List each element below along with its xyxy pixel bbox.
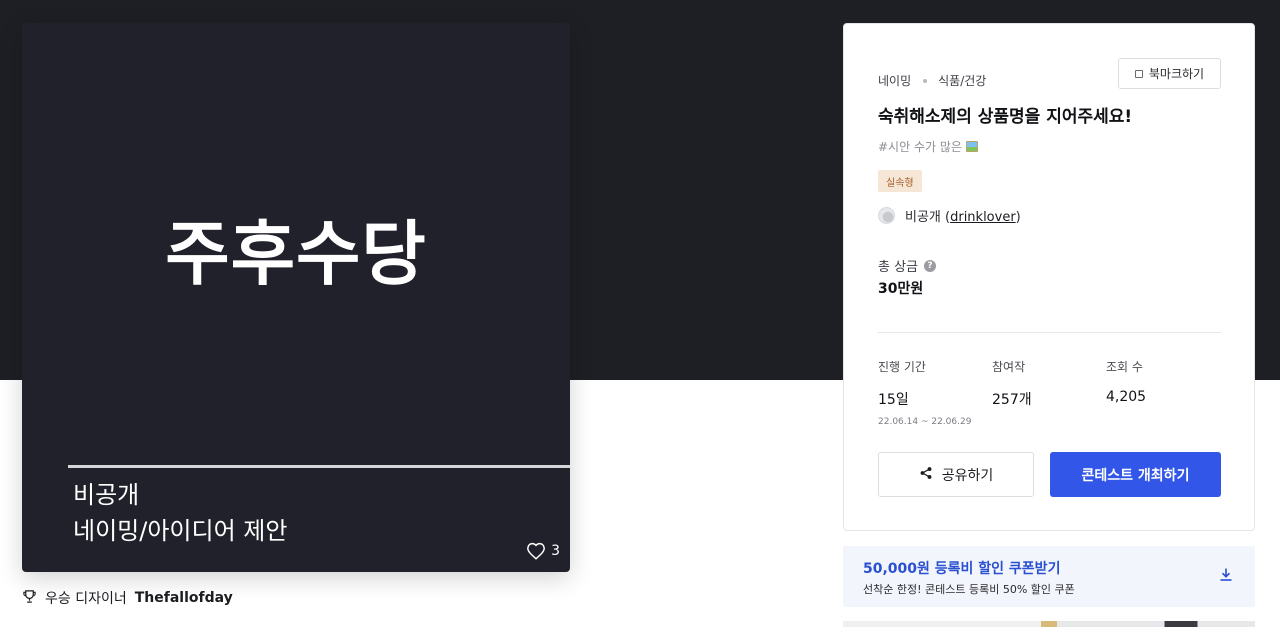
prize-label-text: 총 상금 bbox=[878, 256, 918, 275]
winner-name-link[interactable]: Thefallofday bbox=[135, 590, 233, 606]
next-section-preview bbox=[843, 621, 1255, 627]
like-count: 3 bbox=[551, 543, 560, 559]
trophy-icon bbox=[22, 589, 37, 608]
share-button[interactable]: 공유하기 bbox=[878, 452, 1034, 497]
host-text: 비공개 (drinklover) bbox=[905, 206, 1021, 225]
entry-divider bbox=[68, 465, 570, 468]
stat-period-value: 15일 bbox=[878, 389, 971, 409]
bookmark-label: 북마크하기 bbox=[1149, 65, 1204, 82]
stat-entries: 참여작 257개 bbox=[992, 358, 1032, 409]
contest-title: 숙취해소제의 상품명을 지어주세요! bbox=[878, 104, 1132, 130]
stat-period: 진행 기간 15일 22.06.14 ~ 22.06.29 bbox=[878, 358, 971, 427]
winning-entry-image[interactable]: 주후수당 비공개 네이밍/아이디어 제안 3 bbox=[22, 23, 570, 572]
host-contest-button[interactable]: 콘테스트 개최하기 bbox=[1050, 452, 1221, 497]
like-button[interactable]: 3 bbox=[526, 542, 560, 560]
stat-views-label: 조회 수 bbox=[1106, 360, 1143, 374]
prize-value: 30만원 bbox=[878, 278, 923, 298]
stat-entries-label: 참여작 bbox=[992, 360, 1025, 374]
heart-icon bbox=[526, 542, 546, 560]
host-id-link[interactable]: drinklover bbox=[950, 210, 1016, 225]
picture-icon bbox=[966, 141, 978, 152]
coupon-title: 50,000원 등록비 할인 쿠폰받기 bbox=[863, 558, 1060, 578]
stat-views-value: 4,205 bbox=[1106, 389, 1146, 405]
bookmark-button[interactable]: 북마크하기 bbox=[1118, 58, 1221, 89]
breadcrumb: 네이밍 식품/건강 bbox=[878, 72, 986, 89]
entry-name-text: 주후수당 bbox=[22, 209, 570, 299]
entry-caption-category: 네이밍/아이디어 제안 bbox=[73, 513, 287, 549]
contest-host: 비공개 (drinklover) bbox=[878, 206, 1021, 225]
contest-type-badge: 실속형 bbox=[878, 170, 922, 192]
coupon-subtitle: 선착순 한정! 콘테스트 등록비 50% 할인 쿠폰 bbox=[863, 581, 1075, 597]
host-close: ) bbox=[1016, 210, 1021, 225]
entry-caption: 비공개 네이밍/아이디어 제안 bbox=[73, 477, 287, 549]
breadcrumb-subcategory[interactable]: 식품/건강 bbox=[938, 72, 986, 89]
prize-label: 총 상금 ? bbox=[878, 256, 936, 275]
contest-info-card: 네이밍 식품/건강 북마크하기 숙취해소제의 상품명을 지어주세요! #시안 수… bbox=[843, 23, 1255, 531]
info-divider bbox=[878, 332, 1221, 333]
coupon-banner[interactable]: 50,000원 등록비 할인 쿠폰받기 선착순 한정! 콘테스트 등록비 50%… bbox=[843, 546, 1255, 607]
share-label: 공유하기 bbox=[942, 465, 994, 485]
stat-views: 조회 수 4,205 bbox=[1106, 358, 1146, 405]
winner-designer: 우승 디자이너 Thefallofday bbox=[22, 588, 233, 608]
winner-prefix: 우승 디자이너 bbox=[45, 588, 127, 608]
stat-period-range: 22.06.14 ~ 22.06.29 bbox=[878, 417, 971, 427]
breadcrumb-category[interactable]: 네이밍 bbox=[878, 72, 911, 89]
stat-entries-value: 257개 bbox=[992, 389, 1032, 409]
breadcrumb-separator bbox=[923, 79, 927, 83]
stat-period-label: 진행 기간 bbox=[878, 360, 926, 374]
bookmark-icon bbox=[1135, 70, 1143, 78]
download-icon[interactable] bbox=[1219, 567, 1233, 586]
help-icon[interactable]: ? bbox=[924, 260, 936, 272]
host-avatar bbox=[878, 207, 895, 224]
host-name: 비공개 ( bbox=[905, 210, 950, 225]
hashtag-text: #시안 수가 많은 bbox=[878, 138, 962, 155]
entry-caption-privacy: 비공개 bbox=[73, 477, 287, 513]
contest-hashtag: #시안 수가 많은 bbox=[878, 138, 978, 155]
share-icon bbox=[919, 466, 933, 484]
